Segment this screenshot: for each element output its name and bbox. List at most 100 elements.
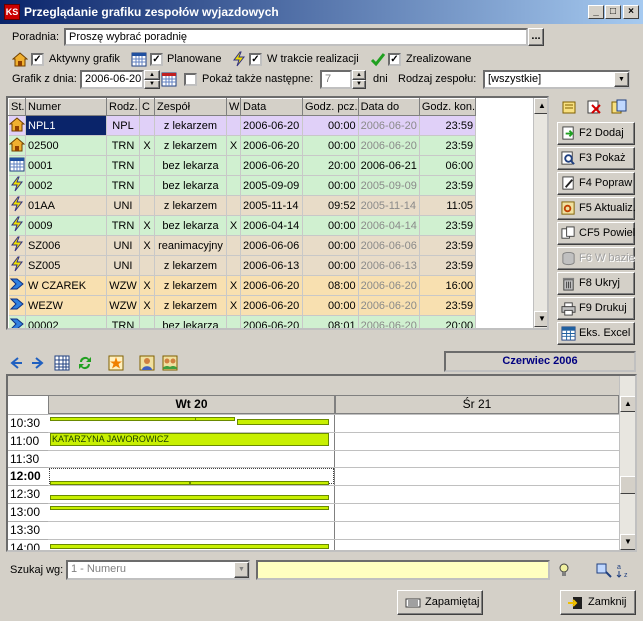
table-row[interactable]: 0002 TRN bez lekarza 2005-09-09 00:00 2005-09… [8,175,477,196]
calendar-view[interactable]: Wt 20 Śr 21 10:30 11:00 11:30 12:00 12:30 13:… [6,374,637,552]
table-row[interactable]: 02500 TRN Xz lekarzem X 2006-06-20 00:00 2006-… [8,135,477,156]
cal-scroll-thumb[interactable] [620,476,635,494]
team-type-select[interactable]: [wszystkie] [483,70,630,89]
table-row[interactable]: W CZAREK WZW Xz lekarzem X 2006-06-20 08:00 20… [8,275,477,296]
cell-godz-pcz: 00:00 [302,135,359,156]
eks-excel-button[interactable]: Eks. Excel [557,322,635,345]
star-icon[interactable] [108,355,124,371]
days-up-button[interactable]: ▲ [352,70,366,80]
close-window-button[interactable]: × [623,5,639,19]
table-vscroll[interactable]: ▲ ▼ [533,98,547,328]
group-icon[interactable] [162,355,178,371]
cell-rodzaj: TRN [106,315,140,328]
f2-dodaj-button[interactable]: F2 Dodaj [557,122,635,145]
column-header-rodzaj[interactable]: Rodz. [106,98,140,116]
save-button[interactable]: Zapamiętaj [397,590,483,615]
calendar-vscroll[interactable]: ▲ ▼ [619,376,635,550]
planowane-checkbox[interactable]: ✓ [150,53,163,66]
table-row[interactable]: 0001 TRN bez lekarza 2006-06-20 20:00 2006-06… [8,155,477,176]
lightning-icon [10,176,23,192]
prev-arrow-icon[interactable] [8,355,24,371]
sync-icon[interactable] [77,355,93,371]
column-header-data[interactable]: Data [240,98,303,116]
maximize-button[interactable]: □ [605,5,621,19]
new-doc-icon[interactable] [561,99,577,115]
team-type-dropdown-button[interactable]: ▼ [614,72,629,87]
day-header-wt20[interactable]: Wt 20 [48,395,335,414]
column-header-godz-pcz[interactable]: Godz. pcz. [302,98,359,116]
cal-scroll-up-button[interactable]: ▲ [620,396,635,412]
search-filter-icon[interactable] [596,562,612,578]
table-row[interactable]: SZ006 UNI Xreanimacyjny 2006-06-06 00:00 2006… [8,235,477,256]
cell-status [8,175,26,196]
poradnia-field[interactable]: Proszę wybrać poradnię [64,28,528,46]
calendar-event[interactable] [195,417,235,421]
table-row[interactable]: 01AA UNI z lekarzem 2005-11-14 09:52 2005-11-… [8,195,477,216]
date-picker-icon[interactable] [161,71,177,87]
search-by-dropdown-button[interactable]: ▼ [234,562,249,578]
table-row[interactable]: NPL1 NPL z lekarzem 2006-06-20 00:00 2006-06-… [8,115,477,136]
show-next-checkbox[interactable] [184,73,197,86]
search-input[interactable] [256,560,550,580]
date-up-button[interactable]: ▲ [144,70,160,80]
teams-table[interactable]: St. Numer Rodz. C Zespół W Data Godz. pcz. Data … [6,96,549,330]
date-down-button[interactable]: ▼ [144,80,160,89]
table-row[interactable]: SZ005 UNI z lekarzem 2006-06-13 00:00 2006-06… [8,255,477,276]
calendar-event[interactable] [50,544,329,549]
zrealizowane-checkbox[interactable]: ✓ [388,53,401,66]
table-row[interactable]: 00002 TRN bez lekarza 2006-06-20 08:01 2006-0… [8,315,477,328]
f5-aktualiz-button[interactable]: F5 Aktualiz. [557,197,636,220]
cell-w: X [226,295,241,316]
f3-poka-button[interactable]: F3 Pokaż [557,147,635,170]
cell-rodzaj: TRN [106,135,140,156]
docs-icon[interactable] [611,99,627,115]
sort-az-icon[interactable]: az [616,562,632,578]
f9-drukuj-button[interactable]: F9 Drukuj [557,297,635,320]
title-bar[interactable]: KS Przeglądanie grafiku zespołów wyjazdo… [0,0,643,24]
grafik-date-field[interactable]: 2006-06-20 [80,70,144,89]
cell-numer: 0009 [25,215,107,236]
f4-popraw-button[interactable]: F4 Popraw [557,172,635,195]
scroll-up-button[interactable]: ▲ [534,98,547,114]
column-header-w[interactable]: W [226,98,241,116]
calendar-event[interactable] [50,481,190,485]
cal-scroll-down-button[interactable]: ▼ [620,534,635,550]
column-header-godz-kon[interactable]: Godz. kon. [418,98,477,116]
column-header-c[interactable]: C [139,98,155,116]
calendar-event-jaworowicz[interactable]: KATARZYNA JAWOROWICZ [50,433,329,446]
f8-ukryj-button[interactable]: F8 Ukryj [557,272,635,295]
poradnia-browse-button[interactable]: ... [528,28,544,46]
scroll-down-button[interactable]: ▼ [534,311,547,327]
calendar-event[interactable] [237,419,329,425]
day-header-sr21[interactable]: Śr 21 [335,395,619,414]
cf5-powiel-button[interactable]: CF5 Powiel [557,222,635,245]
person-icon[interactable] [139,355,155,371]
table-row[interactable]: 0009 TRN Xbez lekarza X 2006-04-14 00:00 2006-… [8,215,477,236]
delete-doc-icon[interactable] [586,99,602,115]
table-row[interactable]: WEZW WZW Xz lekarzem X 2006-06-20 00:00 2006-0… [8,295,477,316]
lightning-icon [10,256,23,272]
days-down-button[interactable]: ▼ [352,80,366,89]
time-slot-label: 13:30 [8,520,48,539]
grid-view-icon[interactable] [54,355,70,371]
column-header-data-do[interactable]: Data do [357,98,420,116]
calendar-event[interactable] [190,481,329,485]
button-label: F9 Drukuj [579,302,627,314]
calendar-event[interactable] [50,495,329,500]
calendar-event[interactable] [50,506,329,510]
column-header-zespol[interactable]: Zespół [154,98,227,116]
add-icon [562,126,574,140]
column-header-status[interactable]: St. [8,98,26,116]
close-button[interactable]: Zamknij [560,590,636,615]
f6-w-bazie-button[interactable]: F6 W bazie [557,247,635,270]
realizacji-checkbox[interactable]: ✓ [249,53,262,66]
column-header-numer[interactable]: Numer [25,98,107,116]
aktywny-checkbox[interactable]: ✓ [31,53,44,66]
search-by-select[interactable]: 1 - Numeru [66,560,250,580]
next-arrow-icon[interactable] [30,355,46,371]
house-icon [8,117,25,132]
days-field[interactable]: 7 [320,70,352,89]
minimize-button[interactable]: _ [588,5,604,19]
bulb-icon[interactable] [556,562,572,578]
calendar-event[interactable] [50,417,196,421]
